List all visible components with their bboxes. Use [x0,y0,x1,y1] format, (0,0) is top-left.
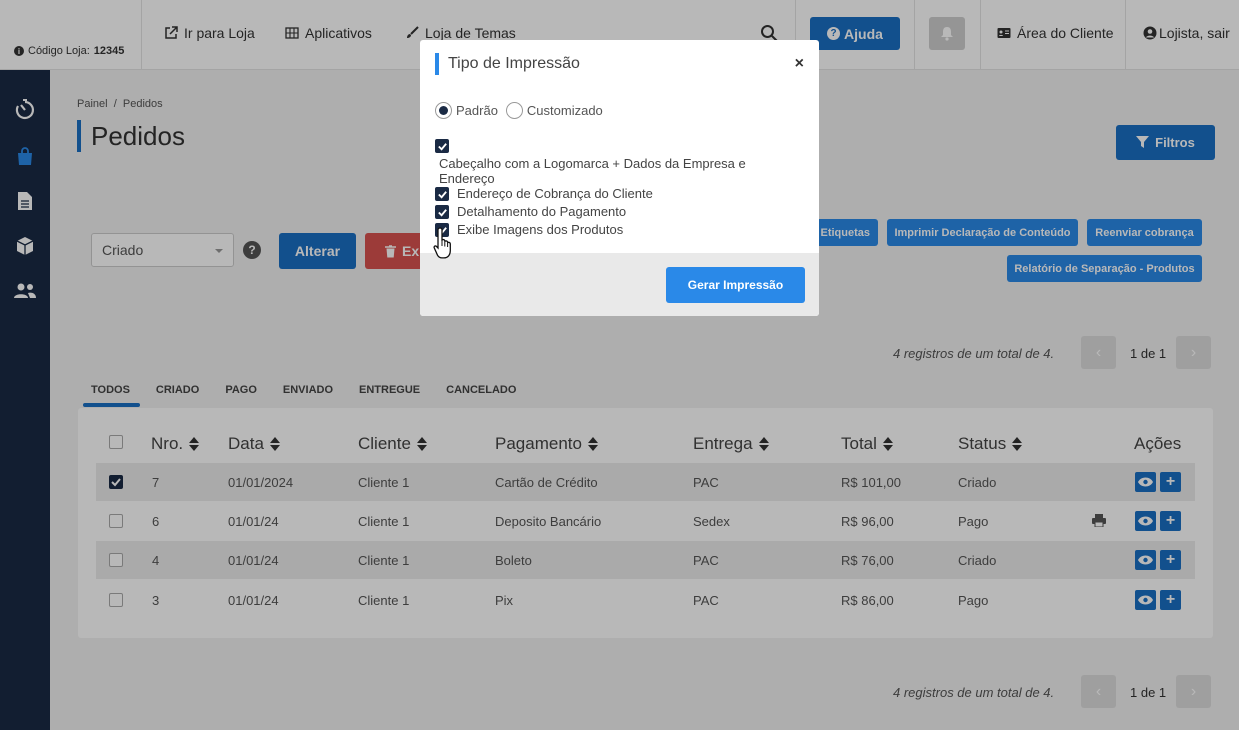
radio-custom[interactable] [505,102,523,119]
close-icon[interactable]: × [795,55,804,73]
header-logo-line2: Endereço [439,171,495,186]
billing-address-checkbox[interactable] [435,187,449,201]
modal-title: Tipo de Impressão [435,53,580,75]
billing-address-label: Endereço de Cobrança do Cliente [457,186,653,201]
hand-cursor-icon [432,226,456,267]
radio-default-label: Padrão [456,103,498,118]
radio-custom-label: Customizado [526,103,603,118]
payment-detail-checkbox[interactable] [435,205,449,219]
generate-print-button[interactable]: Gerar Impressão [666,267,805,303]
header-logo-line1: Cabeçalho com a Logomarca + Dados da Emp… [439,156,746,171]
check-icon [437,190,447,199]
modal-footer: Gerar Impressão [420,253,819,316]
header-logo-label: Cabeçalho com a Logomarca + Dados da Emp… [439,156,746,186]
payment-detail-label: Detalhamento do Pagamento [457,204,627,219]
print-type-radios: Padrão Customizado [435,102,603,119]
print-type-modal: Tipo de Impressão × Padrão Customizado C… [420,40,819,316]
check-icon [437,142,447,151]
header-logo-checkbox[interactable] [435,139,449,153]
product-images-label: Exibe Imagens dos Produtos [457,222,624,237]
check-icon [437,208,447,217]
radio-default[interactable] [435,102,452,119]
